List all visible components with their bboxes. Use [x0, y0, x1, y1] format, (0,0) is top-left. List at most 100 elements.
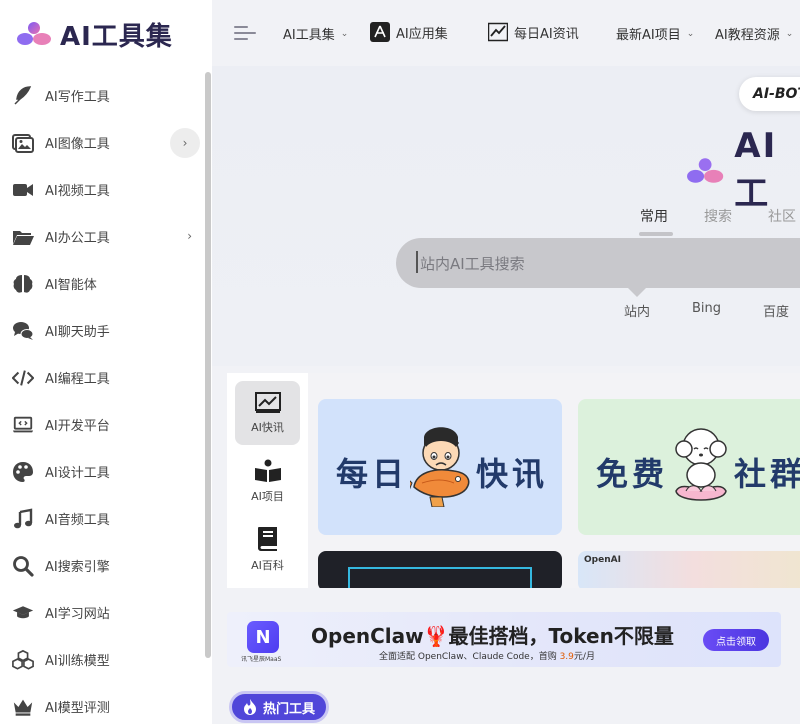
puppy-on-lotus-illustration	[675, 428, 727, 501]
chevron-down-icon: ⌄	[686, 28, 695, 39]
sidebar-item-image[interactable]: AI图像工具 ›	[0, 119, 212, 166]
openai-label: OpenAI	[584, 555, 621, 565]
boy-with-fish-illustration	[410, 427, 470, 507]
logo-mark-icon	[17, 22, 51, 45]
menu-toggle-icon[interactable]	[234, 24, 256, 42]
sidebar-item-search[interactable]: AI搜索引擎	[0, 542, 212, 589]
engine-bing[interactable]: Bing	[692, 301, 721, 320]
hot-tools-label: 热门工具	[262, 701, 315, 717]
sidebar: AI工具集 AI写作工具 AI图像工具 › AI视频工具 AI办公工具 › AI…	[0, 0, 212, 724]
card-text-left: 免费	[596, 455, 669, 493]
fire-icon	[243, 699, 256, 715]
image-icon	[12, 132, 34, 154]
tab-community[interactable]: 社区	[768, 206, 796, 226]
tab-common[interactable]: 常用	[639, 206, 673, 236]
chart-icon	[488, 22, 508, 42]
nav-latest-projects[interactable]: 最新AI项目 ⌄	[616, 24, 694, 43]
logo-text: AI工具集	[60, 21, 173, 52]
openai-card[interactable]: OpenAI	[578, 551, 800, 588]
search-engines: 站内 Bing 百度	[624, 301, 789, 320]
sidebar-item-devplatform[interactable]: AI开发平台	[0, 401, 212, 448]
nav-ai-tools[interactable]: AI工具集 ⌄	[283, 24, 348, 43]
code-icon	[12, 367, 34, 389]
sidebar-item-agent[interactable]: AI智能体	[0, 260, 212, 307]
sidebar-scrollbar[interactable]	[205, 72, 211, 658]
chevron-right-icon[interactable]: ›	[170, 128, 200, 158]
palette-icon	[12, 461, 34, 483]
search-pointer	[628, 288, 646, 297]
banner-subtitle: 全面适配 OpenClaw、Claude Code，首购 3.9元/月	[379, 649, 595, 662]
sidebar-item-label: AI编程工具	[45, 372, 110, 387]
chevron-down-icon: ⌄	[340, 28, 349, 39]
sidebar-item-label: AI视频工具	[45, 184, 110, 199]
sidebar-item-video[interactable]: AI视频工具	[0, 166, 212, 213]
maas-logo-icon: N	[247, 621, 279, 653]
sidebar-item-evaluation[interactable]: AI模型评测	[0, 683, 212, 724]
nav-tutorials[interactable]: AI教程资源 ⌄	[715, 24, 793, 43]
hero-section: AI-BOT AI工 常用 搜索 社区 站内AI工具搜索 站内 Bing 百度	[212, 66, 800, 366]
nav-ai-apps[interactable]: AI应用集	[370, 22, 448, 42]
panel-content: 每日 快讯 免费 社群 OpenAI	[308, 373, 800, 588]
daily-news-card[interactable]: 每日 快讯	[318, 399, 562, 535]
engine-baidu[interactable]: 百度	[763, 301, 789, 320]
search-tabs: 常用 搜索 社区	[639, 206, 796, 236]
banner-title: OpenClaw🦞最佳搭档，Token不限量	[311, 624, 674, 648]
search-input[interactable]: 站内AI工具搜索	[396, 238, 800, 288]
sidebar-item-chat[interactable]: AI聊天助手	[0, 307, 212, 354]
panel-tab-wiki[interactable]: AI百科	[235, 517, 300, 581]
video-icon	[12, 179, 34, 201]
site-logo[interactable]: AI工具集	[16, 14, 173, 54]
sidebar-item-label: AI模型评测	[45, 701, 110, 716]
sidebar-item-office[interactable]: AI办公工具 ›	[0, 213, 212, 260]
sidebar-item-label: AI搜索引擎	[45, 560, 110, 575]
text-cursor	[416, 251, 418, 273]
hot-tools-button[interactable]: 热门工具	[229, 691, 329, 723]
tab-search[interactable]: 搜索	[704, 206, 732, 226]
ai-bot-badge[interactable]: AI-BOT	[739, 77, 800, 111]
sidebar-item-label: AI聊天助手	[45, 325, 110, 340]
panel-tab-news[interactable]: AI快讯	[235, 381, 300, 445]
sidebar-item-label: AI图像工具	[45, 137, 110, 152]
sidebar-item-audio[interactable]: AI音频工具	[0, 495, 212, 542]
chevron-right-icon[interactable]: ›	[187, 229, 192, 243]
sidebar-item-label: AI开发平台	[45, 419, 110, 434]
panel-tab-label: AI百科	[251, 558, 284, 572]
engine-site[interactable]: 站内	[624, 301, 650, 320]
nav-label: AI工具集	[283, 28, 335, 43]
promo-banner[interactable]: N 讯飞星辰MaaS OpenClaw🦞最佳搭档，Token不限量 全面适配 O…	[227, 612, 781, 667]
card-text-right: 社群	[734, 455, 800, 493]
search-icon	[12, 555, 34, 577]
book-icon	[257, 526, 277, 551]
card-text-left: 每日	[336, 455, 409, 493]
music-icon	[12, 508, 34, 530]
trend-chart-icon	[254, 391, 281, 413]
chevron-down-icon: ⌄	[785, 28, 794, 39]
chat-icon	[12, 320, 34, 342]
search-placeholder: 站内AI工具搜索	[420, 254, 525, 273]
top-navigation: AI工具集 ⌄ AI应用集 每日AI资讯 最新AI项目 ⌄ AI教程资源 ⌄	[212, 0, 800, 66]
logo-mark-icon	[687, 157, 724, 183]
free-community-card[interactable]: 免费 社群	[578, 399, 800, 535]
sidebar-item-label: AI写作工具	[45, 90, 110, 105]
sidebar-item-training[interactable]: AI训练模型	[0, 636, 212, 683]
sidebar-item-design[interactable]: AI设计工具	[0, 448, 212, 495]
sidebar-menu: AI写作工具 AI图像工具 › AI视频工具 AI办公工具 › AI智能体 AI…	[0, 72, 212, 724]
project-card-dark[interactable]	[318, 551, 562, 588]
nav-label: AI教程资源	[715, 28, 780, 43]
cubes-icon	[12, 649, 34, 671]
banner-logo-letter: N	[255, 626, 271, 648]
sidebar-item-label: AI训练模型	[45, 654, 110, 669]
sidebar-item-coding[interactable]: AI编程工具	[0, 354, 212, 401]
sidebar-item-writing[interactable]: AI写作工具	[0, 72, 212, 119]
panel-tab-label: AI快讯	[251, 420, 284, 434]
feature-panel: AI快讯 AI项目 AI百科 每日 快讯 免费 社群 OpenAI	[227, 373, 800, 588]
card-frame	[348, 567, 532, 588]
app-store-icon	[370, 22, 390, 42]
sidebar-item-learning[interactable]: AI学习网站	[0, 589, 212, 636]
nav-daily-news[interactable]: 每日AI资讯	[488, 22, 579, 42]
sidebar-item-label: AI设计工具	[45, 466, 110, 481]
brain-icon	[12, 273, 34, 295]
crown-icon	[12, 696, 34, 718]
panel-tab-projects[interactable]: AI项目	[235, 449, 300, 513]
claim-button[interactable]: 点击领取	[703, 629, 769, 651]
